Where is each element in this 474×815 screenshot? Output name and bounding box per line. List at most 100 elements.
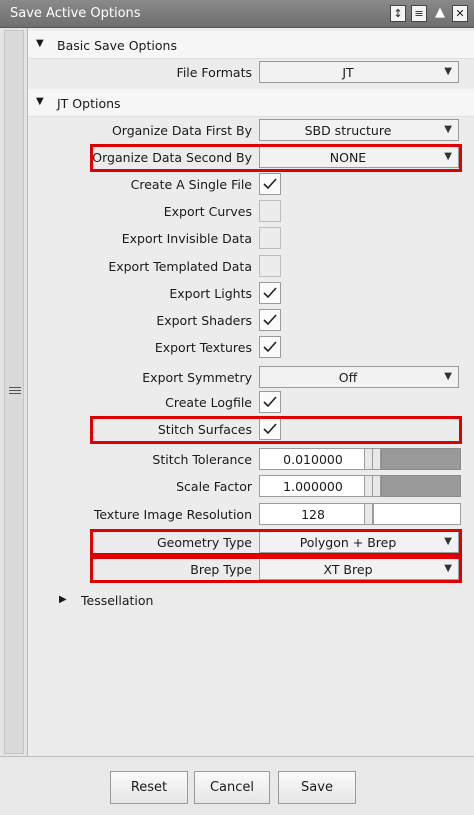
spin-button[interactable] (373, 448, 381, 470)
field-label: Export Textures (154, 340, 252, 355)
dropdown-arrow-icon: ▼ (444, 371, 452, 382)
stitch-tolerance-slider[interactable] (381, 448, 461, 470)
field-label: Organize Data Second By (92, 150, 252, 165)
side-panel-handle[interactable] (4, 30, 24, 754)
dialog-footer: Reset Cancel Save (0, 756, 474, 815)
save-button[interactable]: Save (278, 771, 356, 804)
expand-triangle-icon: ▼ (36, 96, 44, 107)
section-label: Tessellation (81, 593, 154, 608)
reset-button[interactable]: Reset (110, 771, 188, 804)
input-value: 128 (301, 507, 325, 522)
window-title: Save Active Options (10, 6, 141, 21)
close-icon[interactable]: ✕ (452, 5, 468, 22)
export-curves-checkbox[interactable] (259, 200, 281, 222)
organize-first-dropdown[interactable]: SBD structure ▼ (259, 119, 459, 141)
expand-triangle-icon: ▼ (36, 38, 44, 49)
stitch-surfaces-checkbox[interactable] (259, 418, 281, 440)
scale-factor-input[interactable]: 1.000000 (259, 475, 365, 497)
row-create-single-file: Create A Single File (28, 172, 474, 199)
dropdown-value: Off (338, 370, 358, 385)
field-label: Scale Factor (176, 479, 252, 494)
row-organize-second: Organize Data Second By NONE ▼ (28, 145, 474, 172)
grip-icon (9, 387, 21, 395)
export-templated-checkbox[interactable] (259, 255, 281, 277)
spin-button[interactable] (373, 475, 381, 497)
field-label: Texture Image Resolution (93, 507, 252, 522)
spin-button[interactable] (365, 503, 373, 525)
row-brep-type: Brep Type XT Brep ▼ (28, 557, 474, 584)
dropdown-arrow-icon: ▼ (444, 151, 452, 162)
file-formats-dropdown[interactable]: JT ▼ (259, 61, 459, 83)
create-logfile-checkbox[interactable] (259, 391, 281, 413)
export-lights-checkbox[interactable] (259, 282, 281, 304)
row-geometry-type: Geometry Type Polygon + Brep ▼ (28, 530, 474, 557)
checkmark-icon (263, 423, 277, 435)
checkmark-icon (263, 178, 277, 190)
cancel-button[interactable]: Cancel (194, 771, 270, 804)
field-label: Export Lights (169, 286, 252, 301)
menu-icon[interactable]: ≡ (411, 5, 427, 22)
options-content: ▼ Basic Save Options File Formats JT ▼ ▼… (28, 28, 474, 756)
dropdown-arrow-icon: ▼ (444, 536, 452, 547)
row-file-formats: File Formats JT ▼ (28, 60, 474, 87)
field-label: Stitch Tolerance (152, 452, 252, 467)
left-rail (0, 28, 28, 756)
stitch-tolerance-input[interactable]: 0.010000 (259, 448, 365, 470)
field-label: File Formats (176, 65, 252, 80)
organize-second-dropdown[interactable]: NONE ▼ (259, 146, 459, 168)
export-invisible-checkbox[interactable] (259, 227, 281, 249)
field-label: Export Shaders (156, 313, 252, 328)
dropdown-arrow-icon: ▼ (444, 563, 452, 574)
title-bar: Save Active Options ↕ ≡ ▲ ✕ (0, 0, 474, 28)
row-export-lights: Export Lights (28, 281, 474, 308)
spin-button[interactable] (365, 475, 373, 497)
dropdown-value: Polygon + Brep (299, 535, 397, 550)
field-label: Organize Data First By (111, 123, 252, 138)
brep-type-dropdown[interactable]: XT Brep ▼ (259, 558, 459, 580)
section-label: JT Options (57, 96, 121, 111)
row-export-symmetry: Export Symmetry Off ▼ (28, 365, 474, 392)
row-export-invisible: Export Invisible Data (28, 226, 474, 253)
field-label: Export Symmetry (142, 370, 252, 385)
field-label: Create Logfile (165, 395, 252, 410)
create-single-file-checkbox[interactable] (259, 173, 281, 195)
section-jt-options[interactable]: ▼ JT Options (28, 89, 474, 117)
row-organize-first: Organize Data First By SBD structure ▼ (28, 118, 474, 145)
row-scale-factor: Scale Factor 1.000000 (28, 474, 474, 501)
field-label: Create A Single File (130, 177, 252, 192)
input-value: 1.000000 (283, 479, 343, 494)
row-create-logfile: Create Logfile (28, 390, 474, 417)
scale-factor-slider[interactable] (381, 475, 461, 497)
field-label: Export Templated Data (108, 259, 252, 274)
dropdown-value: SBD structure (304, 123, 392, 138)
field-label: Geometry Type (156, 535, 252, 550)
collapsed-triangle-icon: ▶ (59, 594, 67, 605)
row-texture-resolution: Texture Image Resolution 128 (28, 502, 474, 529)
dropdown-value: JT (342, 65, 354, 80)
row-export-shaders: Export Shaders (28, 308, 474, 335)
field-label: Export Invisible Data (121, 231, 252, 246)
row-export-templated: Export Templated Data (28, 254, 474, 281)
texture-resolution-slider[interactable] (373, 503, 461, 525)
input-value: 0.010000 (283, 452, 343, 467)
checkmark-icon (263, 396, 277, 408)
expand-icon[interactable]: ↕ (390, 5, 406, 22)
row-stitch-tolerance: Stitch Tolerance 0.010000 (28, 447, 474, 474)
collapse-up-icon[interactable]: ▲ (432, 5, 448, 22)
dropdown-arrow-icon: ▼ (444, 66, 452, 77)
dropdown-arrow-icon: ▼ (444, 124, 452, 135)
section-basic-save-options[interactable]: ▼ Basic Save Options (28, 31, 474, 59)
section-label: Basic Save Options (57, 38, 177, 53)
row-export-textures: Export Textures (28, 335, 474, 362)
spin-button[interactable] (365, 448, 373, 470)
geometry-type-dropdown[interactable]: Polygon + Brep ▼ (259, 531, 459, 553)
row-export-curves: Export Curves (28, 199, 474, 226)
export-shaders-checkbox[interactable] (259, 309, 281, 331)
checkmark-icon (263, 287, 277, 299)
export-symmetry-dropdown[interactable]: Off ▼ (259, 366, 459, 388)
export-textures-checkbox[interactable] (259, 336, 281, 358)
section-tessellation[interactable]: ▶ Tessellation (28, 590, 474, 614)
dropdown-value: NONE (329, 150, 367, 165)
field-label: Stitch Surfaces (157, 422, 252, 437)
texture-resolution-input[interactable]: 128 (259, 503, 365, 525)
